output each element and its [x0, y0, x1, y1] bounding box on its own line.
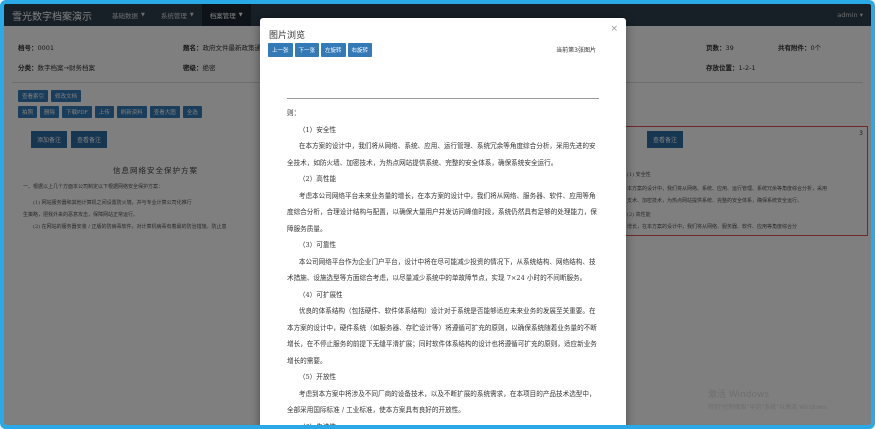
doc-paragraph: 本公司网络平台作为企业门户平台，设计中将在尽可能减少投资的情况下，从系统结构、网…	[287, 257, 596, 283]
doc-section-heading: （1）安全性	[298, 125, 337, 134]
document-image: 则： （1）安全性在本方案的设计中，我们将从网络、系统、应用、运行管理、系统冗余等…	[287, 98, 599, 429]
doc-paragraph: 考虑到本方案中将涉及不同厂商的设备技术，以及不断扩展的系统需求，在本项目的产品技…	[287, 389, 596, 415]
rotate-left-button[interactable]: 左旋转	[321, 43, 346, 57]
prev-image-button[interactable]: 上一张	[268, 43, 293, 57]
modal-title: 图片浏览	[269, 31, 306, 41]
app-window: 雪光数字档案演示 基础数据▼ 系统管理▼ 档案管理▼ admin ▾ 档号：00…	[0, 0, 875, 429]
page-rule	[287, 98, 599, 99]
close-icon[interactable]: ×	[610, 24, 618, 34]
doc-paragraph: 则：	[287, 109, 301, 117]
rotate-right-button[interactable]: 右旋转	[347, 43, 373, 57]
doc-section-heading: （4）可扩展性	[298, 290, 343, 299]
image-viewer-modal: 图片浏览 × 上一张 下一张 左旋转 右旋转 当前第3张图片 则： （1）安全性在…	[260, 18, 626, 429]
current-image-indicator: 当前第3张图片	[556, 47, 596, 54]
modal-toolbar: 上一张 下一张 左旋转 右旋转	[268, 43, 373, 57]
doc-section-heading: （2）高性能	[298, 175, 337, 183]
next-image-button[interactable]: 下一张	[294, 43, 320, 57]
doc-paragraph: 考虑本公司网络平台未来业务量的增长，在本方案的设计中，我们将从网络、服务器、软件…	[287, 191, 597, 233]
doc-paragraph: 优良的体系结构（包括硬件、软件体系结构）设计对于系统是否能够适应未来业务的发展至…	[287, 307, 597, 365]
doc-section-heading: （3）可靠性	[298, 241, 337, 249]
doc-section-heading: （6）先进性	[298, 422, 337, 429]
doc-paragraph: 在本方案的设计中，我们将从网络、系统、应用、运行管理、系统冗余等角度综合分析，采…	[287, 142, 596, 167]
doc-section-heading: （5）开放性	[298, 373, 337, 381]
